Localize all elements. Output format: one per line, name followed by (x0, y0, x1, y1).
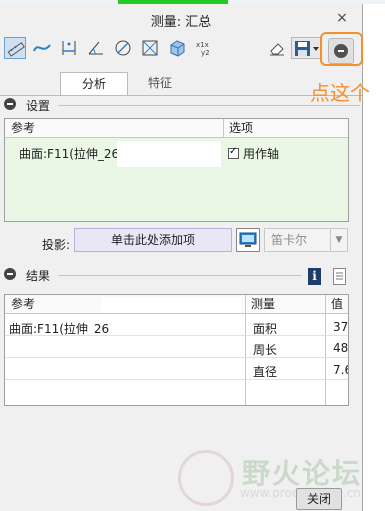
volume-icon[interactable] (166, 37, 188, 59)
section-rule (58, 275, 302, 276)
use-as-axis-checkbox[interactable] (228, 146, 239, 159)
eraser-icon[interactable] (266, 37, 288, 59)
value-diameter: 7.6 (333, 363, 348, 377)
close-icon[interactable]: × (333, 9, 351, 27)
setup-section-header[interactable]: 设置 (4, 96, 360, 114)
value-area: 37 (333, 320, 349, 334)
svg-text:x1x: x1x (196, 41, 209, 49)
title-bar: 测量: 汇总 × (0, 4, 362, 34)
setup-reference[interactable]: 曲面:F11(拉伸_26) (19, 145, 124, 162)
diameter-icon[interactable] (112, 37, 134, 59)
redaction-box (101, 315, 241, 335)
report-icon[interactable] (333, 268, 346, 285)
redaction-box (117, 141, 221, 167)
collapse-icon[interactable] (4, 98, 16, 110)
watermark-logo (178, 450, 234, 506)
column-header-measure: 测量 (245, 295, 325, 314)
value-perimeter: 48 (333, 341, 349, 355)
tab-feature[interactable]: 特征 (128, 72, 192, 96)
annotation-label: 点这个 (310, 81, 370, 105)
redaction-box (101, 297, 241, 313)
svg-text:y2: y2 (201, 49, 210, 57)
row-divider (5, 379, 348, 380)
column-divider (223, 119, 224, 138)
setup-grid[interactable]: 参考 选项 曲面:F11(拉伸_26) 用作轴 (4, 118, 349, 222)
measure-area: 面积 (253, 322, 278, 336)
column-header-option: 选项 (223, 119, 348, 138)
column-divider (325, 295, 326, 405)
measure-diameter: 直径 (253, 365, 278, 379)
setup-title: 设置 (26, 99, 51, 113)
collapse-icon[interactable] (4, 268, 16, 280)
window-title: 测量: 汇总 (150, 15, 212, 30)
use-as-axis-label: 用作轴 (243, 147, 280, 161)
measure-dialog: 测量: 汇总 × x1x y2 分析 特征 设置 参考 选项 曲面:F11(拉伸… (0, 4, 363, 511)
highlight-box (320, 32, 363, 66)
transform-icon[interactable]: x1x y2 (193, 37, 215, 59)
measure-toolbar: x1x y2 (0, 35, 362, 63)
tab-analysis[interactable]: 分析 (60, 72, 128, 96)
distance-icon[interactable] (58, 37, 80, 59)
monitor-icon[interactable] (236, 228, 260, 252)
ruler-icon[interactable] (4, 37, 26, 59)
projection-collector[interactable]: 单击此处添加项 (74, 228, 232, 252)
area-icon[interactable] (139, 37, 161, 59)
results-title: 结果 (26, 269, 51, 283)
projection-label: 投影: (42, 238, 71, 252)
close-button[interactable]: 关闭 (296, 488, 342, 510)
column-header-value: 值 (325, 295, 348, 314)
coordinate-system-value: 笛卡尔 (271, 233, 308, 247)
column-divider (245, 295, 246, 405)
results-grid[interactable]: 参考 测量 值 曲面:F11(拉伸_26 面积 37 周长 48 直径 7.6 (4, 294, 349, 406)
save-icon[interactable] (291, 37, 321, 59)
curve-length-icon[interactable] (31, 37, 53, 59)
row-divider (5, 357, 348, 358)
row-divider (5, 335, 348, 336)
angle-icon[interactable] (85, 37, 107, 59)
measure-perimeter: 周长 (253, 343, 278, 357)
info-icon[interactable]: i (308, 268, 321, 285)
column-header-reference: 参考 (5, 119, 223, 138)
coordinate-system-select[interactable]: 笛卡尔 ▼ (264, 228, 348, 252)
chevron-down-icon[interactable]: ▼ (330, 229, 347, 251)
results-section-header[interactable]: 结果 (4, 266, 304, 284)
